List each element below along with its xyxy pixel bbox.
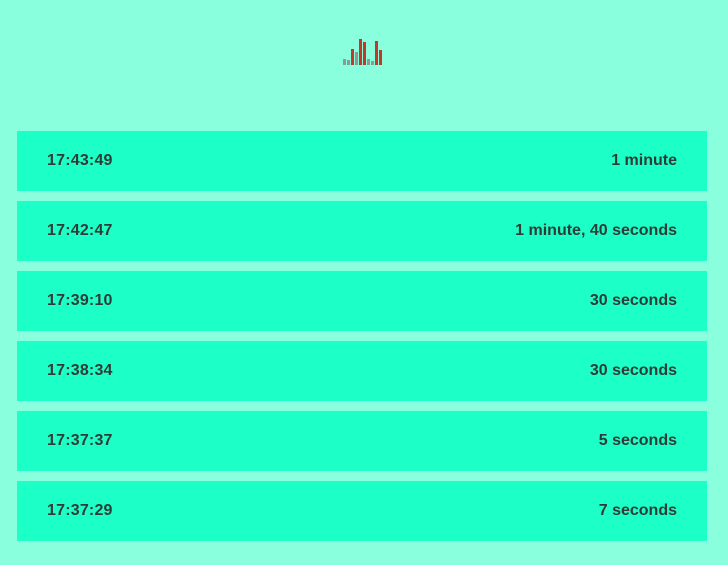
entry-time: 17:39:10 [47,292,113,309]
header [0,0,728,100]
entry-duration: 1 minute, 40 seconds [515,222,677,239]
history-list: 17:43:49 1 minute 17:42:47 1 minute, 40 … [17,131,707,541]
list-item[interactable]: 17:42:47 1 minute, 40 seconds [17,201,707,261]
entry-time: 17:43:49 [47,152,113,169]
list-item[interactable]: 17:39:10 30 seconds [17,271,707,331]
list-item[interactable]: 17:37:37 5 seconds [17,411,707,471]
equalizer-bars-icon [343,39,382,65]
list-item[interactable]: 17:43:49 1 minute [17,131,707,191]
list-item[interactable]: 17:37:29 7 seconds [17,481,707,541]
entry-time: 17:37:37 [47,432,113,449]
entry-duration: 7 seconds [598,502,677,519]
entry-time: 17:37:29 [47,502,113,519]
entry-duration: 30 seconds [589,292,677,309]
list-item[interactable]: 17:38:34 30 seconds [17,341,707,401]
entry-time: 17:42:47 [47,222,113,239]
entry-duration: 5 seconds [598,432,677,449]
entry-duration: 1 minute [611,152,677,169]
entry-duration: 30 seconds [589,362,677,379]
entry-time: 17:38:34 [47,362,113,379]
